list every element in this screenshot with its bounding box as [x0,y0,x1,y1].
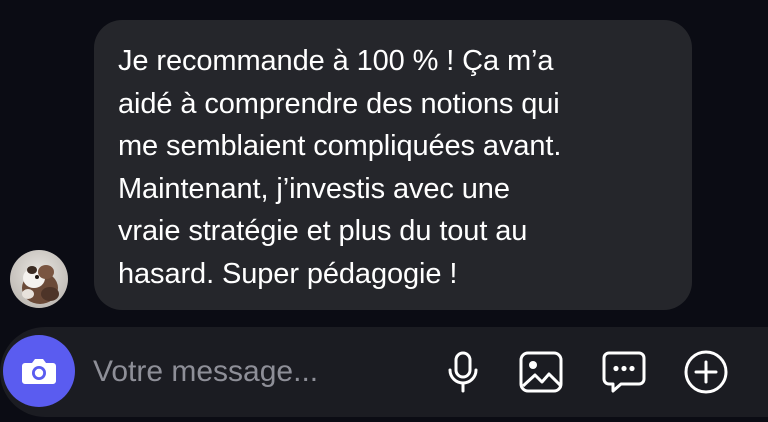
message-text: Je recommande à 100 % ! Ça m’a aidé à co… [118,45,562,290]
received-message-bubble[interactable]: Je recommande à 100 % ! Ça m’a aidé à co… [94,20,692,310]
more-options-button[interactable] [681,347,731,397]
dm-thread: Je recommande à 100 % ! Ça m’a aidé à co… [0,0,768,422]
sticker-button[interactable] [599,347,649,397]
sender-avatar[interactable] [10,250,68,308]
message-composer [0,327,768,417]
microphone-button[interactable] [438,347,488,397]
plus-circle-icon [684,350,728,394]
microphone-icon [448,351,478,393]
message-input[interactable] [93,349,413,395]
gallery-button[interactable] [516,347,566,397]
camera-icon [22,359,56,384]
chat-bubble-dots-icon [602,351,646,393]
image-icon [519,351,563,393]
avatar-image [10,250,68,308]
camera-button[interactable] [3,335,75,407]
